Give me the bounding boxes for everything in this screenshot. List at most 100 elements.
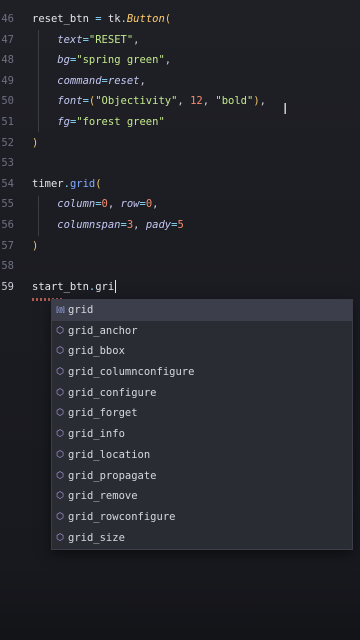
code-line[interactable]: 59 start_btn.gri [0,277,360,297]
code-token: column [32,198,96,211]
code-text[interactable]: text="RESET", [32,30,140,50]
method-icon: ⬡ [56,491,64,502]
suggestion-item[interactable]: ⬡ grid_bbox [52,341,352,362]
suggestion-item[interactable]: ⬡ grid_location [52,445,352,466]
code-text[interactable]: column=0, row=0, [32,194,158,214]
method-icon: ⬡ [56,408,64,419]
line-number: 59 [1,280,14,293]
background-shade [0,560,360,640]
suggestion-label: grid_columnconfigure [68,366,195,379]
code-line[interactable]: 55 column=0, row=0, [0,194,360,214]
suggestion-item[interactable]: ⬡ grid_forget [52,403,352,424]
line-number: 56 [1,219,14,231]
line-number: 58 [1,260,14,273]
code-text[interactable]: ) [32,133,38,153]
line-number: 57 [1,239,14,252]
suggestion-item[interactable]: ⬡ grid_rowconfigure [52,507,352,528]
method-icon: ⬡ [56,346,64,357]
code-token: ) [32,136,39,149]
text-cursor-icon: I [283,100,288,118]
method-icon: ⬡ [56,429,64,440]
suggestion-item[interactable]: [@] grid [52,300,352,321]
code-text[interactable]: reset_btn = tk.Button( [32,9,171,29]
suggestion-label: grid_bbox [68,345,125,358]
code-token: 5 [177,219,184,231]
line-number: 53 [1,157,14,170]
suggestion-label: grid_size [68,531,125,544]
suggestion-label: grid_propagate [68,469,157,482]
code-line[interactable]: 50 font=("Objectivity", 12, "bold"), [0,91,360,111]
code-line[interactable]: 56 columnspan=3, pady=5 [0,215,360,235]
suggestion-item[interactable]: ⬡ grid_remove [52,486,352,507]
code-line[interactable]: 53 [0,153,360,173]
code-token: columnspan [32,219,121,231]
code-line[interactable]: 47 text="RESET", [0,30,360,50]
line-number: 50 [1,95,14,108]
suggestion-item[interactable]: ⬡ grid_propagate [52,466,352,487]
code-token: , [202,95,216,108]
line-number: 55 [1,198,14,211]
code-line[interactable]: 52) [0,133,360,153]
code-token: "RESET" [88,33,134,46]
code-token: fg [32,116,70,128]
suggestion-label: grid_location [68,448,151,461]
variable-icon: [@] [55,306,66,314]
code-line[interactable]: 51 fg="forest green" [0,112,360,132]
line-number: 54 [1,177,14,190]
code-line[interactable]: 48 bg="spring green", [0,50,360,70]
code-token: timer [32,177,64,190]
code-token: , [139,74,146,87]
code-token: ) [32,239,39,252]
code-token: , [177,95,191,108]
code-token: Button [126,13,165,25]
code-line[interactable]: 46 reset_btn = tk.Button( [0,9,360,29]
code-token: , [164,54,172,67]
code-token: gri [95,280,115,293]
suggestion-label: grid_remove [68,490,138,503]
code-text[interactable]: ) [32,236,38,256]
code-line[interactable]: 54 timer.grid( [0,174,360,194]
code-token: bg [32,54,70,67]
code-line[interactable]: 58 [0,256,360,276]
line-number: 48 [1,54,14,67]
code-line[interactable]: 49 command=reset, [0,71,360,91]
method-icon: ⬡ [56,470,64,481]
suggestion-item[interactable]: ⬡ grid_configure [52,383,352,404]
code-token: , [107,198,121,211]
method-icon: ⬡ [56,511,64,522]
code-token: reset_btn [32,13,89,25]
line-number: 46 [1,13,14,25]
code-text[interactable]: timer.grid( [32,174,102,194]
code-token: , [133,33,140,46]
suggestion-item[interactable]: ⬡ grid_anchor [52,321,352,342]
caret [115,280,117,294]
method-icon: ⬡ [56,532,64,543]
suggestion-item[interactable]: ⬡ grid_size [52,528,352,549]
suggestion-item[interactable]: ⬡ grid_info [52,424,352,445]
code-token: command [32,74,102,87]
code-token: reset [107,74,140,87]
method-icon: ⬡ [56,367,64,378]
code-token: grid [69,177,96,190]
code-text[interactable]: bg="spring green", [32,50,171,70]
method-icon: ⬡ [56,387,64,398]
code-token: = [88,13,108,25]
method-icon: ⬡ [56,449,64,460]
code-token: ( [164,13,172,25]
code-text[interactable]: fg="forest green" [32,112,165,132]
code-token: "spring green" [76,54,165,67]
code-line[interactable]: 57) [0,236,360,256]
suggestion-item[interactable]: ⬡ grid_columnconfigure [52,362,352,383]
code-text[interactable]: command=reset, [32,71,146,91]
code-text[interactable]: columnspan=3, pady=5 [32,215,184,235]
code-token: ( [95,177,102,190]
code-token: "bold" [215,95,254,108]
line-number: 47 [1,33,14,46]
code-token: row [120,198,140,211]
autocomplete-popup[interactable]: [@] grid ⬡ grid_anchor ⬡ grid_bbox ⬡ grid_colum… [51,299,353,550]
code-token: , [133,219,146,231]
code-text[interactable]: start_btn.gri [32,277,117,297]
code-editor[interactable]: 46 reset_btn = tk.Button(47 text="RESET",… [0,0,360,640]
suggestion-label: grid_rowconfigure [68,510,176,523]
code-text[interactable]: font=("Objectivity", 12, "bold"), [32,91,266,111]
